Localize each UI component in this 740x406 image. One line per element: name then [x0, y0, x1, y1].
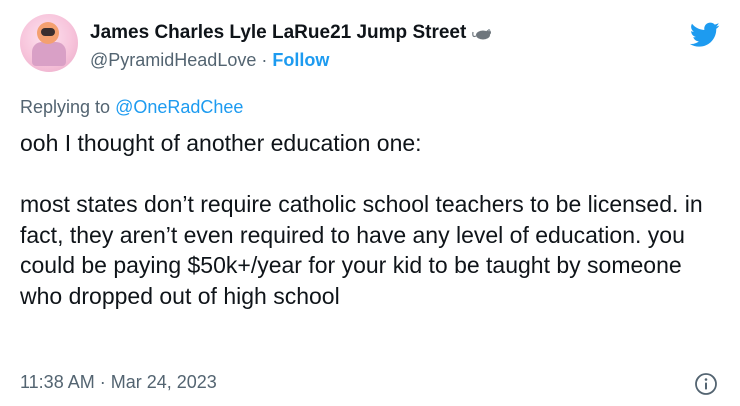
author-handle[interactable]: @PyramidHeadLove: [90, 50, 256, 70]
info-icon[interactable]: [694, 372, 718, 396]
tweet-header: James Charles Lyle LaRue21 Jump Street @…: [20, 12, 720, 76]
dot-separator: ·: [261, 50, 268, 70]
reply-mention-link[interactable]: @OneRadChee: [115, 97, 243, 117]
rat-icon: [472, 29, 492, 40]
tweet-text-paragraph-2: most states don’t require catholic schoo…: [20, 191, 703, 309]
author-avatar[interactable]: [20, 14, 78, 72]
follow-button[interactable]: Follow: [272, 50, 329, 70]
twitter-bird-icon[interactable]: [690, 22, 720, 48]
reply-prefix: Replying to: [20, 97, 111, 117]
tweet-text: ooh I thought of another education one: …: [20, 128, 725, 311]
author-display-name[interactable]: James Charles Lyle LaRue21 Jump Street: [90, 22, 466, 44]
tweet-date: Mar 24, 2023: [110, 372, 217, 392]
dot-separator: ·: [99, 372, 106, 392]
tweet-card: James Charles Lyle LaRue21 Jump Street @…: [0, 0, 740, 406]
tweet-timestamp[interactable]: 11:38 AM · Mar 24, 2023: [20, 372, 217, 393]
author-handle-row: @PyramidHeadLove · Follow: [90, 50, 329, 71]
tweet-time: 11:38 AM: [20, 372, 95, 392]
tweet-text-line-1: ooh I thought of another education one:: [20, 130, 422, 156]
replying-to: Replying to @OneRadChee: [20, 97, 243, 118]
author-name-row: James Charles Lyle LaRue21 Jump Street: [90, 22, 494, 44]
